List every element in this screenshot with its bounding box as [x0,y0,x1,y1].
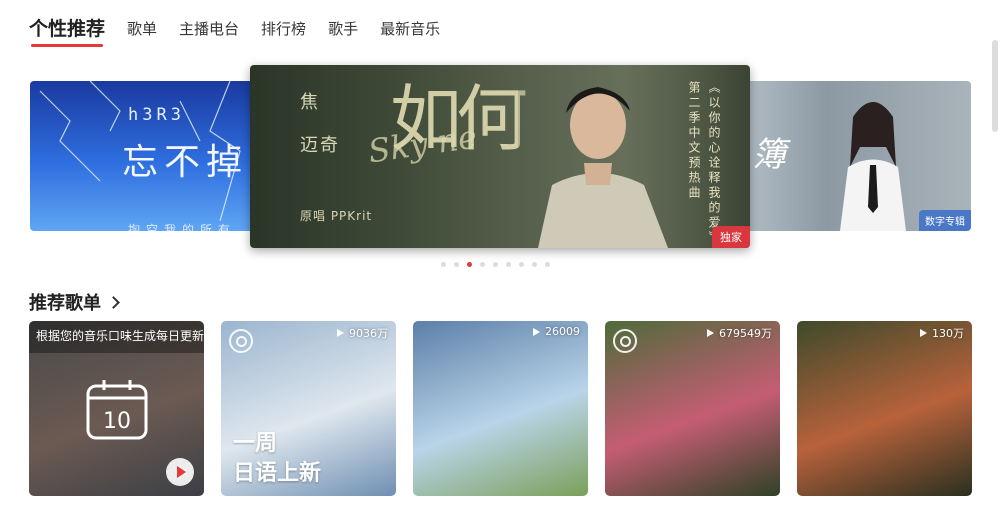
tab-4[interactable]: 歌手 [328,18,358,40]
banner-right[interactable]: 簿 数字专辑 [730,81,971,231]
carousel-dot[interactable] [545,262,550,267]
carousel-indicators [441,262,558,267]
banner-vertical-right: 《以你的心诠释我的爱》 [707,81,721,246]
netease-logo-icon [613,329,637,353]
carousel-dot[interactable] [454,262,459,267]
svg-text:10: 10 [103,409,131,434]
banner-artist-line2: 迈奇 [300,135,340,156]
tab-0[interactable]: 个性推荐 [29,17,105,47]
playlist-card[interactable]: 679549万 [605,321,780,496]
carousel-dot[interactable] [480,262,485,267]
playlist-card[interactable]: 130万 [797,321,972,496]
play-count: 26009 [533,325,580,338]
tab-5[interactable]: 最新音乐 [380,18,440,40]
carousel-dot[interactable] [467,262,472,267]
artist-photo [840,102,906,231]
play-count-text: 9036万 [349,327,388,340]
section-header[interactable]: 推荐歌单 [29,289,120,315]
calendar-icon: 10 [86,380,148,440]
daily-caption: 根据您的音乐口味生成每日更新 [29,321,204,353]
banner-left-title: 忘不掉 [122,142,249,183]
tab-1[interactable]: 歌单 [127,18,157,40]
carousel-dot[interactable] [532,262,537,267]
playlist-card[interactable]: 根据您的音乐口味生成每日更新 10 [29,321,204,496]
play-count-text: 26009 [545,325,580,338]
tab-3[interactable]: 排行榜 [261,18,306,40]
carousel-dot[interactable] [519,262,524,267]
tab-2[interactable]: 主播电台 [179,18,239,40]
digital-album-badge: 数字专辑 [919,210,971,231]
banner-left-artist: h3R3 [128,105,185,125]
play-count-icon [337,329,344,337]
banner-left-subtitle: 掏空我的所有 [128,223,237,231]
banner-song-title: 如何 [390,77,528,161]
play-count-icon [707,329,714,337]
banner-center[interactable]: 焦 迈奇 原唱 PPKrit Sky ne 如何 第二季中文预热曲 《以你的心诠… [250,65,750,248]
play-count: 9036万 [337,325,388,341]
singer-photo [518,65,688,248]
top-tabs: 个性推荐 歌单 主播电台 排行榜 歌手 最新音乐 [29,18,462,48]
carousel-dot[interactable] [493,262,498,267]
playlist-card[interactable]: 26009 [413,321,588,496]
chevron-right-icon [107,295,120,309]
netease-logo-icon [229,329,253,353]
play-count-icon [920,329,927,337]
carousel-dot[interactable] [441,262,446,267]
play-count-text: 679549万 [719,327,772,340]
play-count-icon [533,327,540,336]
playlist-card[interactable]: 9036万一周 日语上新 [221,321,396,496]
banner-artist-line1: 焦 [300,92,320,113]
banner-original-singer: 原唱 PPKrit [300,209,373,223]
scrollbar[interactable] [992,40,998,132]
banner-left[interactable]: h3R3 忘不掉 掏空我的所有 [30,81,270,231]
exclusive-badge: 独家 [712,226,750,248]
playlist-overlay-text: 一周 日语上新 [233,431,322,486]
play-count: 679549万 [707,325,772,341]
banner-right-title: 簿 [752,135,786,175]
banner-vertical-left: 第二季中文预热曲 [687,81,701,201]
play-count-text: 130万 [932,327,964,340]
carousel-dot[interactable] [506,262,511,267]
play-button[interactable] [166,458,194,486]
section-title: 推荐歌单 [29,293,101,314]
play-count: 130万 [920,325,964,341]
